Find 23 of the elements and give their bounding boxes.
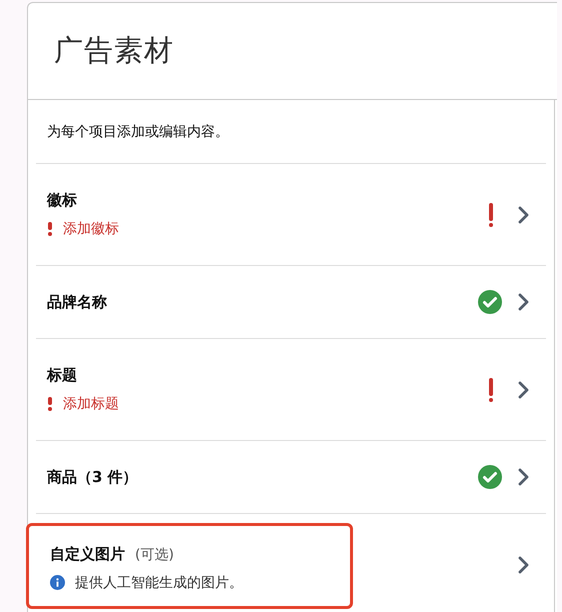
chevron-right-icon[interactable] xyxy=(518,556,530,574)
exclamation-icon xyxy=(488,202,494,226)
chevron-right-icon[interactable] xyxy=(518,380,530,398)
item-message: 提供人工智能生成的图片。 xyxy=(75,574,243,592)
chevron-right-icon[interactable] xyxy=(518,206,530,224)
item-label: 自定义图片 xyxy=(50,544,125,564)
item-label: 标题 xyxy=(47,366,77,385)
item-label: 品牌名称 xyxy=(47,292,107,312)
exclamation-icon xyxy=(47,397,53,411)
description: 为每个项目添加或编辑内容。 xyxy=(47,122,229,140)
checkmark-icon xyxy=(478,290,502,314)
item-message: 添加徽标 xyxy=(63,220,119,238)
panel-title: 广告素材 xyxy=(54,32,174,69)
checkmark-icon xyxy=(478,465,502,489)
item-label: 徽标 xyxy=(47,191,77,210)
exclamation-icon xyxy=(47,222,53,236)
item-message: 添加标题 xyxy=(63,395,119,413)
chevron-right-icon[interactable] xyxy=(518,293,530,311)
item-label: 商品（3 件） xyxy=(47,468,138,486)
info-icon xyxy=(50,575,65,590)
chevron-right-icon[interactable] xyxy=(518,468,530,486)
exclamation-icon xyxy=(488,378,494,402)
optional-label: (可选) xyxy=(135,546,174,564)
